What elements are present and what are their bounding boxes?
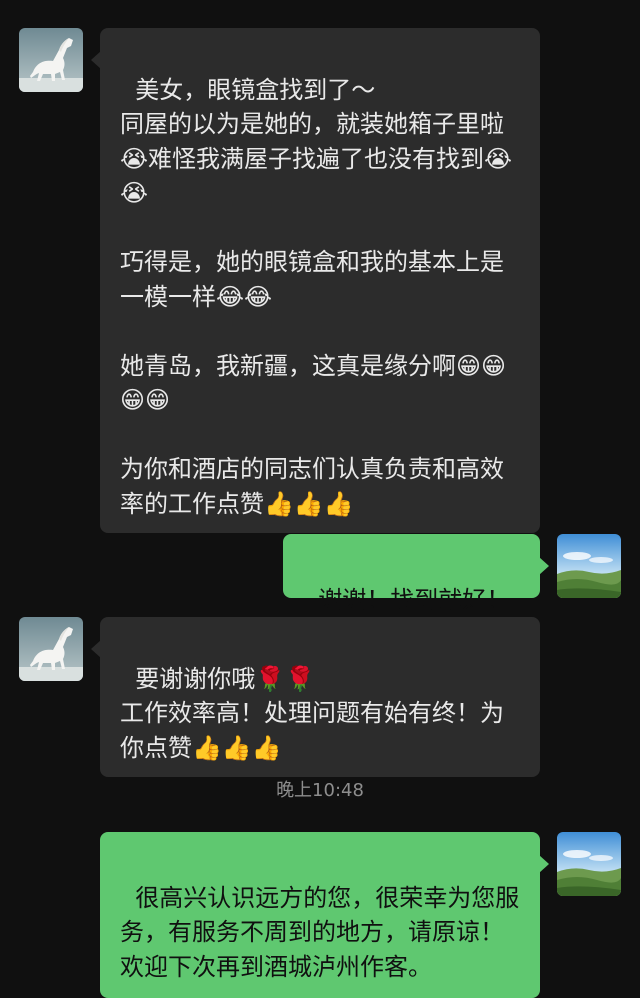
white-horse-avatar-icon — [19, 617, 83, 681]
self-avatar[interactable] — [557, 832, 621, 896]
contact-avatar[interactable] — [19, 617, 83, 681]
white-horse-avatar-icon — [19, 28, 83, 92]
message-text: 要谢谢你哦🌹🌹 工作效率高！处理问题有始有终！为你点赞👍👍👍 — [120, 664, 504, 762]
outgoing-message-bubble[interactable]: 很高兴认识远方的您，很荣幸为您服务，有服务不周到的地方，请原谅！欢迎下次再到酒城… — [100, 832, 540, 998]
incoming-message-bubble[interactable]: 要谢谢你哦🌹🌹 工作效率高！处理问题有始有终！为你点赞👍👍👍 — [100, 617, 540, 777]
contact-avatar[interactable] — [19, 28, 83, 92]
outgoing-bubble-tail — [539, 855, 549, 873]
message-text: 美女，眼镜盒找到了～ 同屋的以为是她的，就装她箱子里啦😭难怪我满屋子找遍了也没有… — [120, 75, 513, 518]
outgoing-bubble-tail — [539, 557, 549, 575]
incoming-message-bubble[interactable]: 美女，眼镜盒找到了～ 同屋的以为是她的，就装她箱子里啦😭难怪我满屋子找遍了也没有… — [100, 28, 540, 533]
outgoing-message-bubble[interactable]: 谢谢！找到就好！ — [283, 534, 540, 614]
message-text: 谢谢！找到就好！ — [318, 585, 511, 614]
landscape-avatar-icon — [557, 832, 621, 896]
message-timestamp: 晚上10:48 — [276, 780, 364, 801]
landscape-avatar-icon — [557, 534, 621, 598]
self-avatar[interactable] — [557, 534, 621, 598]
message-text: 很高兴认识远方的您，很荣幸为您服务，有服务不周到的地方，请原谅！欢迎下次再到酒城… — [120, 883, 520, 981]
